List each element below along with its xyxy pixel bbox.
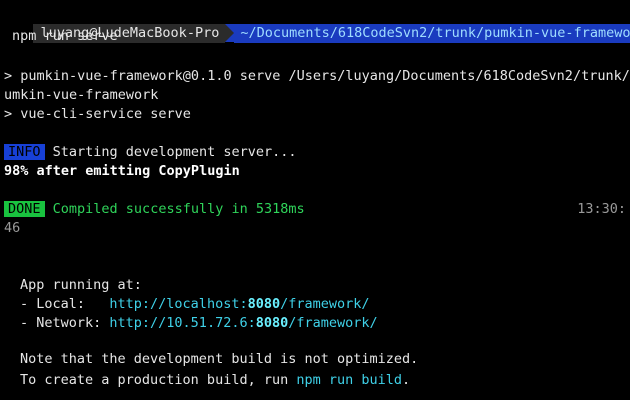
network-url-suffix[interactable]: /framework/ [288, 315, 377, 331]
info-text: Starting development server... [52, 144, 297, 160]
command-line: npm run serve [12, 27, 118, 46]
prod-line-prefix: To create a production build, run [20, 372, 297, 388]
script-line-2: umkin-vue-framework [4, 87, 159, 103]
timestamp-part-1: 13:30: [577, 201, 626, 217]
prod-command: npm run build [296, 372, 403, 388]
production-build-line: To create a production build, run npm ru… [20, 371, 410, 390]
local-url-prefix[interactable]: http://localhost: [109, 296, 247, 312]
network-url-line: - Network: http://10.51.72.6:8080/framew… [20, 314, 378, 333]
local-port[interactable]: 8080 [248, 296, 281, 312]
info-badge: INFO [4, 144, 45, 160]
terminal-window[interactable]: luyang@LudeMacBook-Pro ~/Documents/618Cod… [0, 0, 630, 400]
prod-line-suffix: . [402, 372, 411, 388]
done-text: Compiled successfully in 5318ms [52, 201, 305, 217]
done-badge: DONE [4, 201, 45, 217]
network-label: - Network: [20, 315, 110, 331]
command-text: npm run serve [12, 28, 118, 44]
prompt-separator-icon [225, 24, 235, 42]
script-line-3: > vue-cli-service serve [4, 106, 191, 122]
prompt-line: luyang@LudeMacBook-Pro ~/Documents/618Cod… [0, 5, 630, 43]
note-line: Note that the development build is not o… [20, 351, 419, 367]
local-url-line: - Local: http://localhost:8080/framework… [20, 295, 370, 314]
app-running-line: App running at: [20, 277, 142, 293]
local-label: - Local: [20, 296, 110, 312]
info-line: INFO Starting development server... [4, 143, 297, 162]
timestamp-part-2: 46 [4, 220, 21, 236]
network-url-prefix[interactable]: http://10.51.72.6: [109, 315, 255, 331]
local-url-suffix[interactable]: /framework/ [280, 296, 369, 312]
done-line: DONE Compiled successfully in 5318ms [4, 200, 305, 219]
prompt-path: ~/Documents/618CodeSvn2/trunk/pumkin-vue… [234, 24, 630, 43]
network-port[interactable]: 8080 [256, 315, 289, 331]
script-line-1: > pumkin-vue-framework@0.1.0 serve /User… [4, 68, 630, 84]
progress-line: 98% after emitting CopyPlugin [4, 163, 240, 179]
